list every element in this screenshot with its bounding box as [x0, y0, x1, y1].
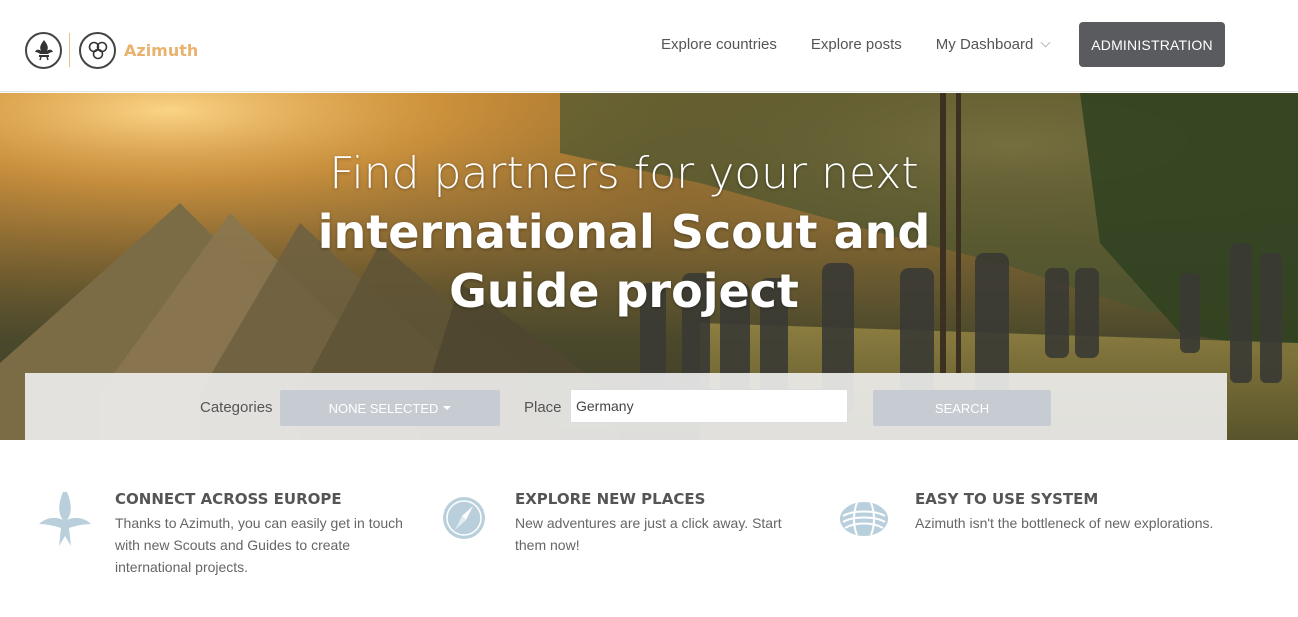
logo-divider	[69, 33, 70, 67]
feature-title: CONNECT ACROSS EUROPE	[115, 490, 342, 508]
search-panel: Categories NONE SELECTED Place SEARCH	[25, 373, 1227, 440]
nav-explore-countries[interactable]: Explore countries	[661, 36, 777, 53]
nav-my-dashboard-label: My Dashboard	[935, 36, 1034, 53]
fleur-icon	[35, 490, 95, 550]
nav-explore-posts[interactable]: Explore posts	[811, 36, 902, 53]
knot-icon	[835, 490, 895, 550]
place-label: Place	[524, 399, 562, 416]
hero-line-1: Find partners for your next	[329, 148, 919, 199]
wagggs-logo-icon	[79, 31, 116, 69]
top-navbar: Azimuth Explore countries Explore posts …	[0, 0, 1298, 92]
administration-button[interactable]: ADMINISTRATION	[1079, 22, 1225, 67]
feature-text: New adventures are just a click away. St…	[515, 515, 782, 553]
feature-text: Azimuth isn't the bottleneck of new expl…	[915, 515, 1214, 531]
brand-logo[interactable]: Azimuth	[25, 30, 198, 70]
brand-name[interactable]: Azimuth	[124, 41, 198, 60]
hero-line-2: international Scout and	[317, 205, 931, 259]
categories-dropdown-value: NONE SELECTED	[328, 400, 439, 416]
hero-headline: Find partners for your next internationa…	[0, 145, 1248, 321]
compass-icon	[435, 490, 495, 550]
search-button[interactable]: SEARCH	[873, 390, 1051, 426]
place-input[interactable]	[570, 389, 848, 423]
caret-down-icon	[443, 406, 452, 410]
feature-text: Thanks to Azimuth, you can easily get in…	[115, 515, 403, 575]
categories-dropdown[interactable]: NONE SELECTED	[280, 390, 500, 426]
feature-title: EASY TO USE SYSTEM	[915, 490, 1099, 508]
categories-label: Categories	[200, 399, 273, 416]
chevron-down-icon	[1040, 37, 1051, 48]
hero-line-3: Guide project	[449, 264, 799, 318]
feature-title: EXPLORE NEW PLACES	[515, 490, 706, 508]
main-nav: Explore countries Explore posts My Dashb…	[661, 22, 1051, 67]
wosm-logo-icon	[25, 31, 62, 69]
nav-my-dashboard[interactable]: My Dashboard	[935, 36, 1051, 53]
